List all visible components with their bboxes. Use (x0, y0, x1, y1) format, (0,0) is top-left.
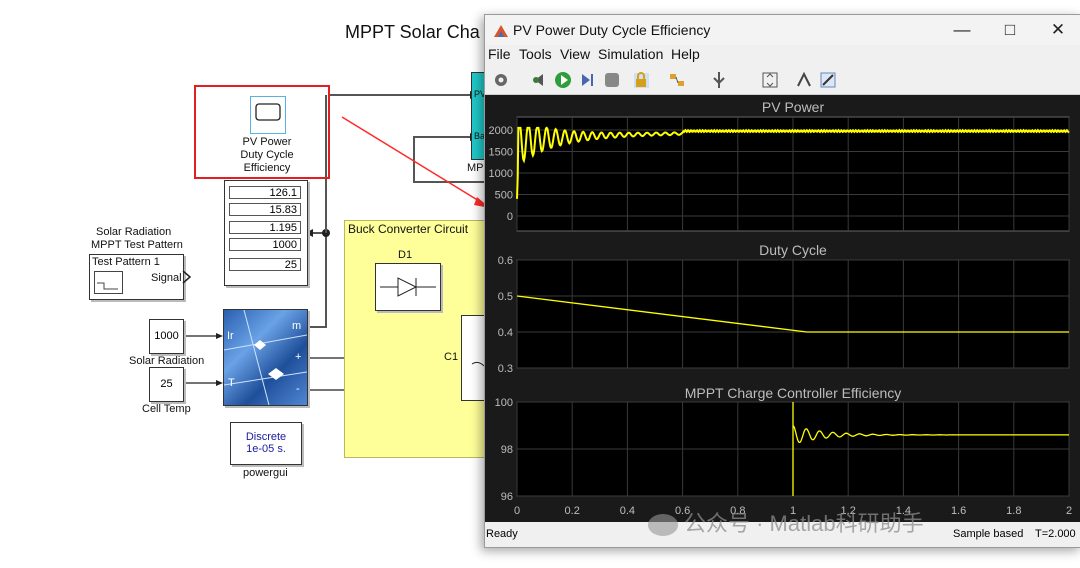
y-tick-label: 0.5 (498, 291, 513, 303)
menu-help[interactable]: Help (671, 46, 700, 62)
autoscale-icon[interactable] (760, 70, 780, 90)
scope-window-title: PV Power Duty Cycle Efficiency (513, 22, 711, 38)
diode-icon (380, 277, 436, 297)
display-value-5: 25 (229, 258, 301, 271)
constant-temp-block[interactable]: 25 (149, 367, 184, 402)
x-tick-label: 0.4 (620, 505, 635, 517)
scope-block[interactable] (250, 96, 286, 134)
signal-builder-icon (94, 271, 123, 294)
mppt-label: MP (467, 162, 484, 174)
scope-label-1: PV Power (242, 136, 292, 148)
plot-title-2: MPPT Charge Controller Efficiency (685, 385, 902, 401)
display-value-2: 15.83 (229, 203, 301, 216)
pv-array-block[interactable]: Ir T m + - (223, 309, 308, 406)
pv-port-minus: - (296, 383, 300, 395)
menu-simulation[interactable]: Simulation (598, 46, 663, 62)
pv-port-plus: + (295, 351, 302, 363)
y-tick-label: 100 (495, 397, 513, 409)
triggers-icon[interactable] (709, 70, 729, 90)
scope-toolbar (485, 66, 1080, 95)
output-port-icon (182, 270, 192, 284)
signal-title-2: MPPT Test Pattern (91, 239, 183, 251)
y-tick-label: 0.4 (498, 327, 513, 339)
scope-label-3: Efficiency (243, 162, 291, 174)
highlight-block-icon[interactable] (667, 70, 687, 90)
powergui-label: powergui (243, 467, 288, 479)
signal-inner-title: Test Pattern 1 (92, 256, 160, 268)
constant-radiation-block[interactable]: 1000 (149, 319, 184, 354)
style-edit-icon[interactable] (818, 70, 838, 90)
matlab-logo-icon (494, 25, 508, 37)
step-forward-icon[interactable] (578, 70, 598, 90)
status-sample-based: Sample based (953, 528, 1024, 540)
scope-label-2: Duty Cycle (240, 149, 294, 161)
plot-title-1: Duty Cycle (759, 242, 827, 258)
close-button[interactable]: ✕ (1043, 19, 1073, 41)
x-tick-label: 1.6 (951, 505, 966, 517)
y-tick-label: 0 (507, 211, 513, 223)
pv-port-ir: Ir (227, 330, 234, 342)
constant-radiation-label: Solar Radiation (129, 355, 205, 367)
run-icon[interactable] (553, 70, 573, 90)
signal-builder-block[interactable]: Test Pattern 1 Signal (89, 254, 184, 300)
scope-titlebar[interactable]: PV Power Duty Cycle Efficiency — □ ✕ (485, 15, 1080, 45)
step-back-icon[interactable] (529, 70, 549, 90)
scope-window[interactable]: PV Power Duty Cycle Efficiency — □ ✕ Fil… (484, 14, 1080, 548)
scope-plots[interactable]: PV Power2000150010005000Duty Cycle0.60.5… (485, 95, 1080, 522)
y-tick-label: 96 (501, 491, 513, 503)
watermark: 公众号 · Matlab科研助手 (648, 506, 924, 538)
scope-plot-area[interactable]: PV Power 2000 1500 1000 500 0 Duty Cycle 0.6 0.5… (485, 95, 1080, 522)
status-ready: Ready (486, 528, 518, 540)
stop-icon[interactable] (602, 70, 622, 90)
minimize-button[interactable]: — (947, 19, 977, 41)
powergui-line1: Discrete (245, 431, 287, 443)
menu-view[interactable]: View (560, 46, 590, 62)
scope-menubar: File Tools View Simulation Help (485, 45, 1080, 65)
cursor-measure-icon[interactable] (794, 70, 814, 90)
settings-gear-icon[interactable] (491, 70, 511, 90)
y-tick-label: 0.3 (498, 363, 513, 375)
x-tick-label: 0.2 (565, 505, 580, 517)
display-value-1: 126.1 (229, 186, 301, 199)
y-tick-label: 2000 (489, 125, 513, 137)
plot-title-0: PV Power (762, 99, 825, 115)
pv-port-t: T (228, 377, 235, 389)
buck-title: Buck Converter Circuit (348, 222, 469, 236)
menu-tools[interactable]: Tools (519, 46, 552, 62)
x-tick-label: 1.8 (1006, 505, 1021, 517)
y-tick-label: 1500 (489, 147, 513, 159)
status-time: T=2.000 (1035, 528, 1076, 540)
capacitor-label: C1 (444, 351, 459, 363)
diode-block[interactable] (375, 263, 441, 311)
y-tick-label: 1000 (489, 168, 513, 180)
powergui-line2: 1e-05 s. (246, 443, 286, 455)
y-tick-label: 0.6 (498, 255, 513, 267)
display-value-3: 1.195 (229, 221, 301, 234)
scope-icon (255, 103, 281, 121)
powergui-block[interactable]: Discrete 1e-05 s. (230, 422, 302, 465)
signal-title-1: Solar Radiation (96, 226, 172, 238)
y-tick-label: 500 (495, 190, 513, 202)
x-tick-label: 2 (1066, 505, 1072, 517)
display-value-4: 1000 (229, 238, 301, 251)
menu-file[interactable]: File (488, 46, 511, 62)
diode-label: D1 (398, 249, 413, 261)
display-block[interactable]: 126.1 15.83 1.195 1000 25 (224, 180, 308, 286)
wechat-icon (648, 514, 678, 537)
y-tick-label: 98 (501, 444, 513, 456)
signal-port-label: Signal (151, 272, 182, 284)
pv-port-m: m (292, 320, 302, 332)
x-tick-label: 0 (514, 505, 520, 517)
model-title: MPPT Solar Cha (345, 22, 480, 42)
watermark-text: 公众号 · Matlab科研助手 (684, 511, 924, 536)
maximize-button[interactable]: □ (995, 19, 1025, 41)
lock-icon[interactable] (631, 70, 651, 90)
constant-temp-label: Cell Temp (142, 403, 191, 415)
